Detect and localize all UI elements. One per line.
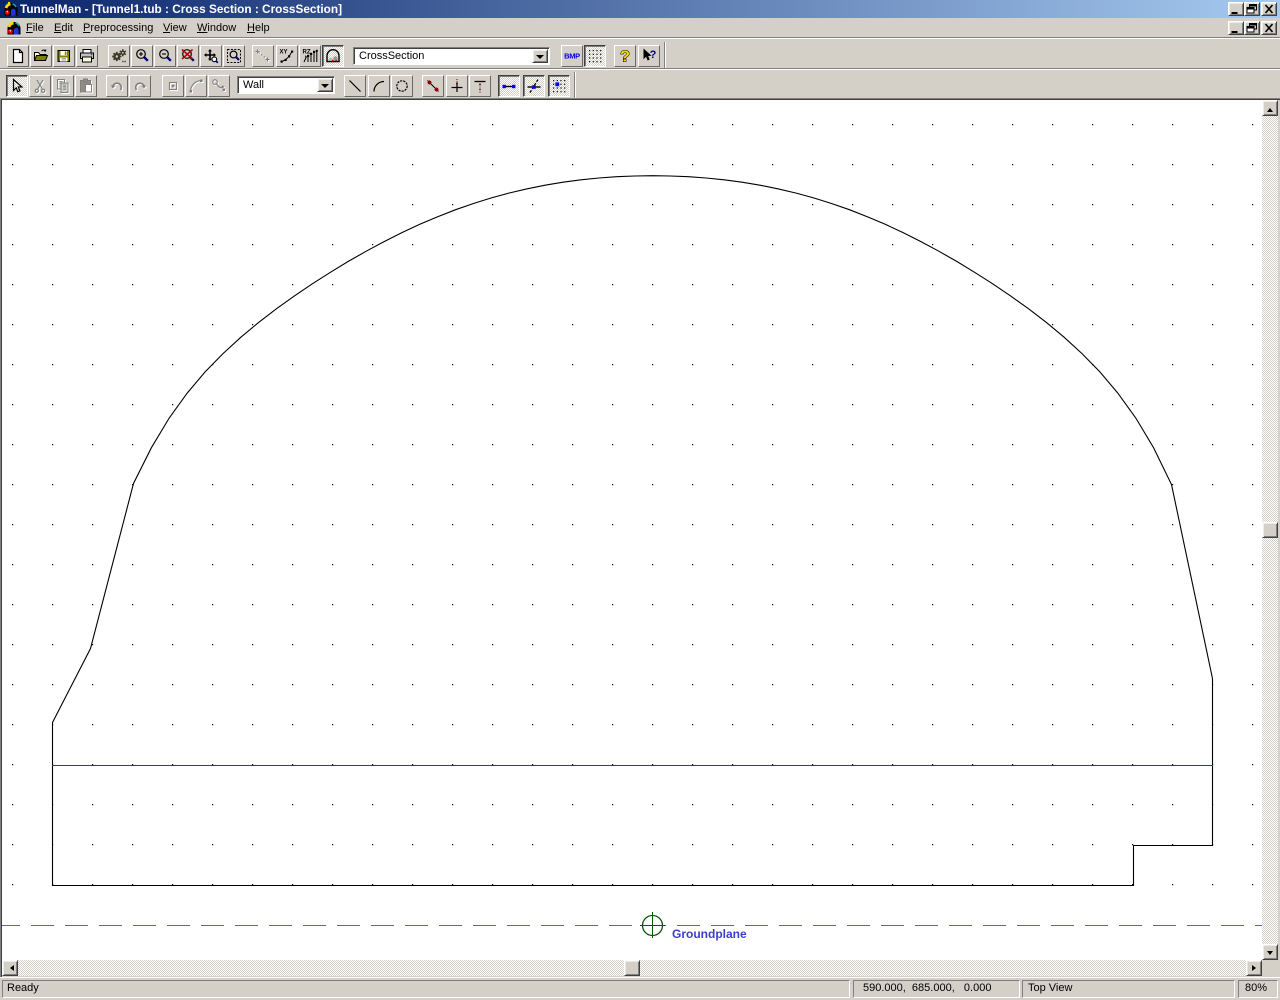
- svg-text:Groundplane: Groundplane: [672, 927, 747, 941]
- svg-text:XY: XY: [280, 50, 288, 56]
- svg-text:?: ?: [650, 49, 657, 61]
- svg-text:?: ?: [620, 49, 630, 65]
- svg-text:BMP: BMP: [564, 52, 580, 61]
- svg-text:RZ: RZ: [303, 50, 311, 56]
